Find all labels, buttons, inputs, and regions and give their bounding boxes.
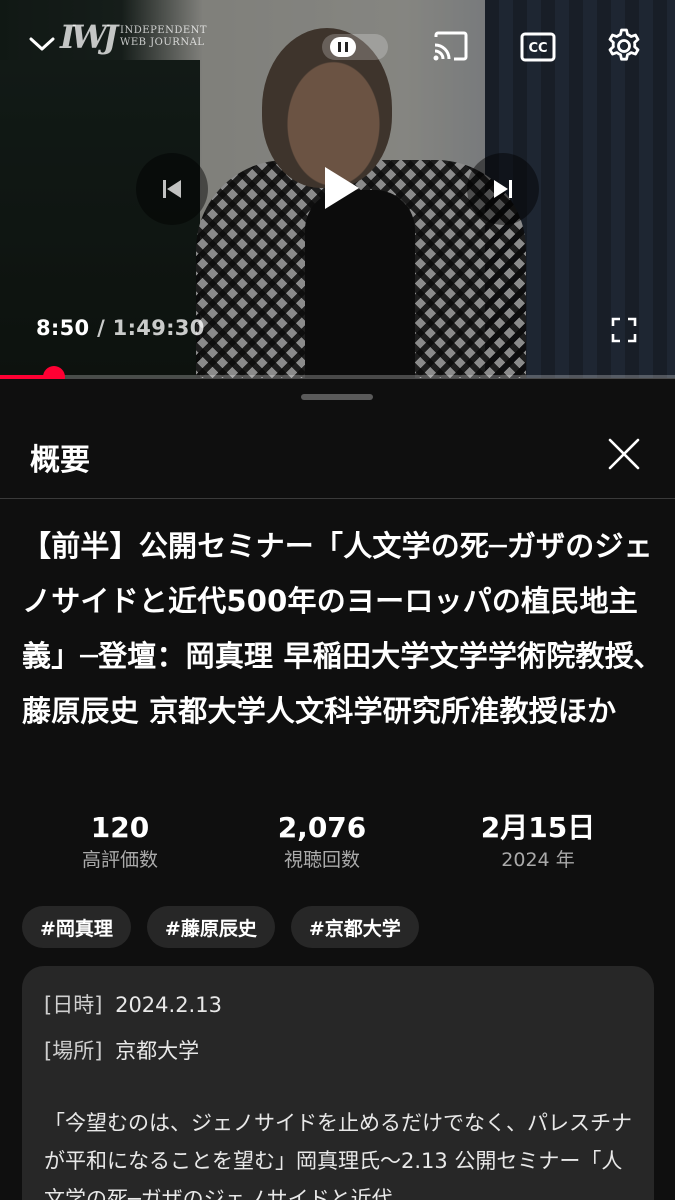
description-body: 「今望むのは、ジェノサイドを止めるだけでなく、パレスチナが平和になることを望む」… <box>44 1111 632 1200</box>
time-separator: / <box>97 316 106 340</box>
minimize-player-button[interactable] <box>24 26 60 62</box>
pause-icon <box>330 37 356 57</box>
description-date-key: [日時] <box>44 993 103 1017</box>
video-player[interactable]: IWJ INDEPENDENT WEB JOURNAL CC 8:50 / 1:… <box>0 0 675 378</box>
total-duration: 1:49:30 <box>112 316 205 340</box>
description-place-row: [場所] 京都大学 <box>44 1036 632 1066</box>
channel-watermark-logo: IWJ INDEPENDENT WEB JOURNAL <box>60 18 207 56</box>
autoplay-toggle[interactable] <box>322 34 388 60</box>
play-icon <box>325 167 359 209</box>
panel-header: 概要 <box>0 415 675 499</box>
previous-icon <box>163 180 181 198</box>
closed-captions-icon: CC <box>520 32 556 62</box>
next-icon <box>494 180 512 198</box>
logo-line-1: INDEPENDENT <box>120 25 208 36</box>
video-stats: 120 高評価数 2,076 視聴回数 2月15日 2024 年 <box>0 809 675 879</box>
stat-views: 2,076 視聴回数 <box>242 809 402 873</box>
stat-value: 2,076 <box>277 811 367 844</box>
chevron-down-icon <box>29 37 55 51</box>
hashtag-chip[interactable]: #京都大学 <box>290 906 419 948</box>
stat-value: 2月15日 <box>480 811 596 844</box>
captions-button[interactable]: CC <box>517 28 559 66</box>
stat-label: 視聴回数 <box>283 849 360 871</box>
description-date-value: 2024.2.13 <box>115 993 222 1017</box>
settings-button[interactable] <box>602 24 646 68</box>
stat-date: 2月15日 2024 年 <box>458 809 618 873</box>
cast-button[interactable] <box>430 28 472 66</box>
playback-time: 8:50 / 1:49:30 <box>36 316 205 340</box>
stat-value: 120 <box>90 811 150 844</box>
panel-title: 概要 <box>30 443 90 478</box>
hashtag-chip[interactable]: #藤原辰史 <box>146 906 275 948</box>
cast-icon <box>433 31 468 61</box>
previous-video-button[interactable] <box>136 153 208 225</box>
logo-mark: IWJ <box>60 18 118 56</box>
stat-likes: 120 高評価数 <box>40 809 200 873</box>
fullscreen-icon <box>611 317 637 343</box>
next-video-button[interactable] <box>467 153 539 225</box>
drag-handle[interactable] <box>301 394 373 400</box>
description-box[interactable]: [日時] 2024.2.13 [場所] 京都大学 「今望むのは、ジェノサイドを止… <box>22 966 654 1200</box>
description-place-value: 京都大学 <box>115 1039 200 1063</box>
svg-text:CC: CC <box>528 41 547 56</box>
stat-label: 2024 年 <box>501 849 575 871</box>
hashtag-list: #岡真理 #藤原辰史 #京都大学 <box>22 906 419 948</box>
hashtag-chip[interactable]: #岡真理 <box>22 906 131 948</box>
stat-label: 高評価数 <box>81 849 158 871</box>
play-button[interactable] <box>305 152 377 224</box>
settings-gear-icon <box>608 28 640 61</box>
close-panel-button[interactable] <box>604 434 644 474</box>
logo-words: INDEPENDENT WEB JOURNAL <box>120 25 207 49</box>
description-place-key: [場所] <box>44 1039 103 1063</box>
close-icon <box>608 438 640 470</box>
fullscreen-button[interactable] <box>606 312 642 348</box>
description-date-row: [日時] 2024.2.13 <box>44 990 632 1020</box>
logo-line-2: WEB JOURNAL <box>120 37 205 48</box>
current-time: 8:50 <box>36 316 90 340</box>
video-title: 【前半】公開セミナー「人文学の死─ガザのジェノサイドと近代500年のヨーロッパの… <box>22 529 653 728</box>
description-panel: 概要 【前半】公開セミナー「人文学の死─ガザのジェノサイドと近代500年のヨーロ… <box>0 379 675 1200</box>
